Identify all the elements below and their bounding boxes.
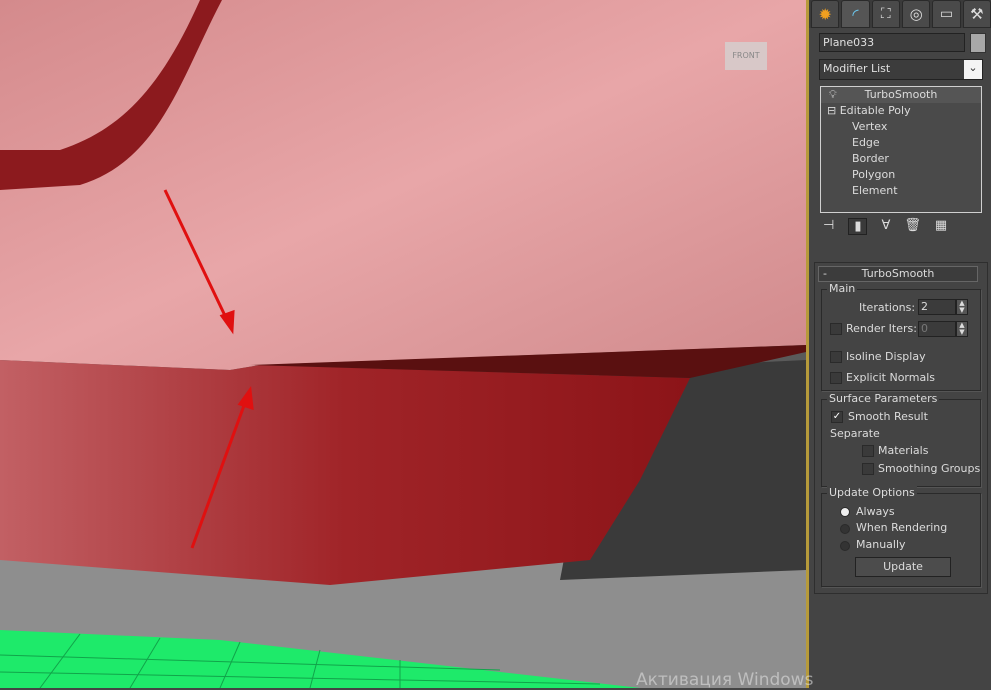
turbosmooth-rollout: - TurboSmooth Main Iterations: 2 ▲ ▼ Rende… <box>814 262 988 594</box>
modifier-list-dropdown[interactable]: Modifier List ⌄ <box>819 59 983 80</box>
remove-modifier-icon[interactable]: 🗑︎ <box>904 218 921 235</box>
explicit-normals-checkbox[interactable] <box>830 372 842 384</box>
utilities-tab[interactable]: ⚒ <box>962 0 991 28</box>
stack-item-label: TurboSmooth <box>864 88 938 101</box>
smoothing-groups-label: Smoothing Groups <box>878 462 981 475</box>
monitor-icon: ▭ <box>939 6 954 22</box>
car-body-lower <box>0 360 690 585</box>
make-unique-icon[interactable]: ∀ <box>881 218 890 235</box>
smooth-result-checkbox[interactable]: ✓ <box>831 411 843 423</box>
windows-activation-watermark: Активация Windows <box>636 670 814 690</box>
stack-sub-edge[interactable]: Edge <box>821 135 981 151</box>
group-label: Surface Parameters <box>827 392 940 405</box>
stack-item-editable-poly[interactable]: ⊟ Editable Poly <box>821 103 981 119</box>
viewport[interactable]: FRONT <box>0 0 806 688</box>
car-body-upper <box>0 0 806 370</box>
pin-stack-icon[interactable]: ⊣ <box>823 218 834 235</box>
group-label: Update Options <box>827 486 917 499</box>
stack-sub-polygon[interactable]: Polygon <box>821 167 981 183</box>
rollout-title: TurboSmooth <box>861 267 935 280</box>
update-button[interactable]: Update <box>855 557 951 577</box>
hierarchy-icon: ⛶ <box>880 6 891 22</box>
smooth-result-label: Smooth Result <box>848 410 928 423</box>
spinner-arrows[interactable]: ▲ ▼ <box>956 321 968 337</box>
group-label: Main <box>827 282 858 295</box>
isoline-label: Isoline Display <box>846 350 926 363</box>
iterations-label: Iterations: <box>859 301 916 314</box>
manually-radio[interactable] <box>840 541 850 551</box>
when-rendering-radio[interactable] <box>840 524 850 534</box>
object-color-swatch[interactable] <box>970 33 986 53</box>
hierarchy-tab[interactable]: ⛶ <box>871 0 900 28</box>
always-label: Always <box>856 505 895 518</box>
hammer-icon: ⚒ <box>970 5 984 23</box>
modifier-list-label: Modifier List <box>823 62 891 75</box>
motion-tab[interactable]: ◎ <box>901 0 931 28</box>
rollout-header[interactable]: - TurboSmooth <box>818 266 978 282</box>
lightbulb-icon[interactable]: 💡︎ <box>829 87 837 103</box>
create-tab[interactable]: ✹ <box>811 0 840 28</box>
render-iters-spinner[interactable]: 0 <box>918 321 956 337</box>
stack-item-turbosmooth[interactable]: 💡︎ TurboSmooth <box>821 87 981 103</box>
render-iters-label: Render Iters: <box>846 322 917 335</box>
smoothing-groups-checkbox[interactable] <box>862 463 874 475</box>
stack-sub-vertex[interactable]: Vertex <box>821 119 981 135</box>
modify-curve-icon: ◜ <box>852 4 859 24</box>
materials-checkbox[interactable] <box>862 445 874 457</box>
manually-label: Manually <box>856 538 906 551</box>
surface-group: Surface Parameters ✓ Smooth Result Separ… <box>821 392 981 487</box>
render-iters-checkbox[interactable] <box>830 323 842 335</box>
viewport-scene <box>0 0 806 688</box>
viewcube[interactable]: FRONT <box>725 42 767 70</box>
chevron-down-icon: ⌄ <box>964 60 982 79</box>
sun-icon: ✹ <box>818 4 832 24</box>
when-rendering-label: When Rendering <box>856 521 948 534</box>
main-group: Main Iterations: 2 ▲ ▼ Render Iters: 0 ▲ ▼… <box>821 282 981 391</box>
configure-sets-icon[interactable]: ▦ <box>935 218 947 235</box>
spinner-arrows[interactable]: ▲ ▼ <box>956 299 968 315</box>
explicit-normals-label: Explicit Normals <box>846 371 935 384</box>
stack-item-label: Editable Poly <box>839 104 911 117</box>
show-end-result-icon[interactable]: ▮ <box>848 218 868 235</box>
always-radio[interactable] <box>840 507 850 517</box>
iterations-spinner[interactable]: 2 <box>918 299 956 315</box>
materials-label: Materials <box>878 444 929 457</box>
display-tab[interactable]: ▭ <box>932 0 961 28</box>
stack-sub-border[interactable]: Border <box>821 151 981 167</box>
update-options-group: Update Options Always When Rendering Man… <box>821 486 981 587</box>
modify-tab[interactable]: ◜ <box>841 0 870 28</box>
motion-icon: ◎ <box>909 5 923 23</box>
collapse-box-icon[interactable]: ⊟ <box>827 104 836 117</box>
isoline-checkbox[interactable] <box>830 351 842 363</box>
command-panel: ✹ ◜ ⛶ ◎ ▭ ⚒ Plane033 Modifier List ⌄ 💡︎ T… <box>809 0 991 688</box>
modifier-stack[interactable]: 💡︎ TurboSmooth ⊟ Editable Poly Vertex Edg… <box>820 86 982 213</box>
separate-label: Separate <box>830 427 880 440</box>
collapse-toggle[interactable]: - <box>823 267 827 281</box>
stack-sub-element[interactable]: Element <box>821 183 981 199</box>
object-name-field[interactable]: Plane033 <box>819 33 965 52</box>
